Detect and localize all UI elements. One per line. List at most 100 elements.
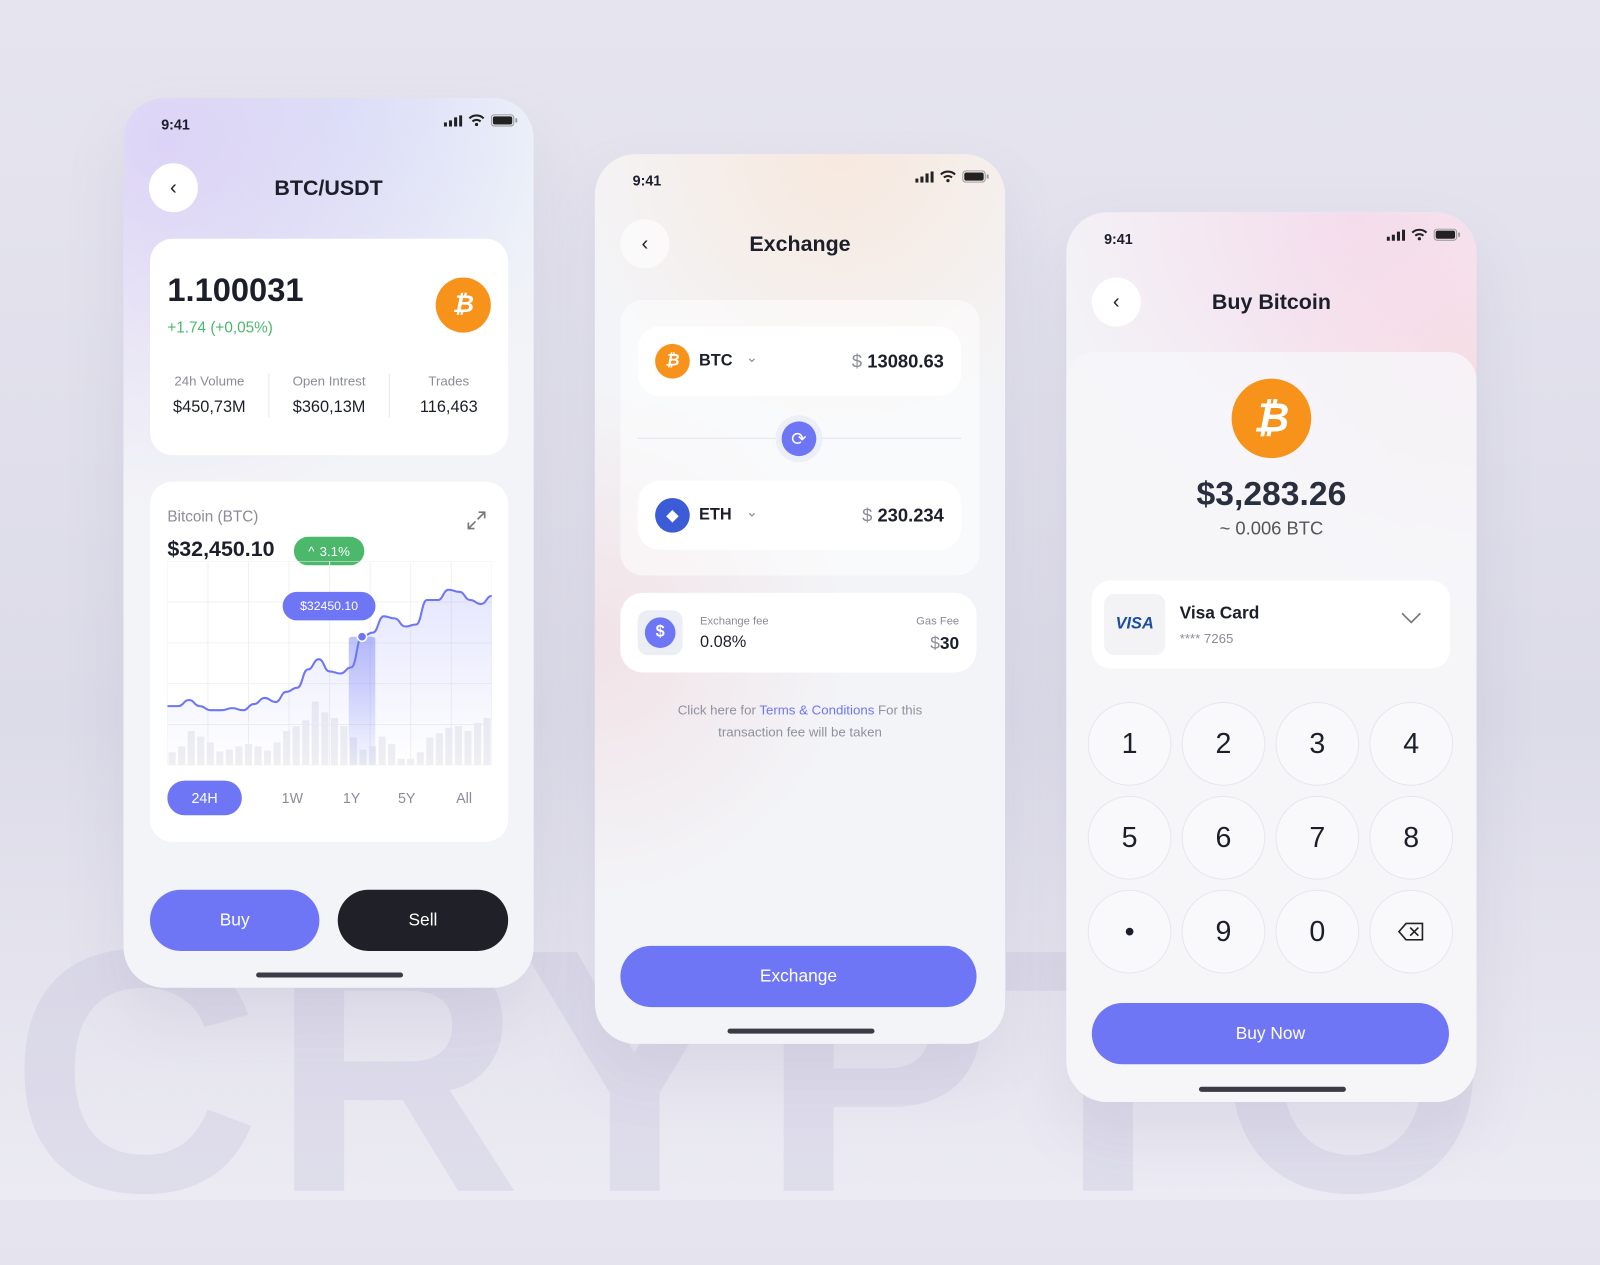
backspace-icon: [1397, 922, 1424, 941]
balance-change: +1.74 (+0,05%): [167, 319, 273, 337]
keypad-key[interactable]: 2: [1181, 702, 1266, 786]
gas-fee-value: $30: [930, 634, 959, 654]
card-name: Visa Card: [1179, 603, 1260, 623]
buy-amount: $3,283.26: [1196, 474, 1347, 513]
bitcoin-logo-icon: ₿: [435, 277, 491, 333]
currency-sign: $: [930, 633, 940, 654]
to-symbol: ETH: [698, 506, 732, 524]
exchange-panel: ₿ BTC ⌄ $ 13080.63 ⟳ ◆ ETH ⌄ $ 230.234: [620, 299, 980, 576]
status-icons: [1386, 228, 1461, 241]
from-amount: $ 13080.63: [852, 351, 944, 372]
status-time: 9:41: [161, 116, 190, 133]
stat-value: $450,73M: [173, 398, 246, 417]
from-amount-value: 13080.63: [867, 351, 944, 372]
bitcoin-icon: ₿: [655, 343, 690, 379]
battery-icon: [1433, 228, 1461, 241]
buy-btc-amount: ~ 0.006 BTC: [1219, 518, 1324, 539]
tab-1w[interactable]: 1W: [282, 790, 303, 806]
keypad-key[interactable]: 5: [1087, 795, 1172, 880]
page-title: Exchange: [749, 232, 851, 257]
caret-up-icon: ^: [308, 543, 315, 559]
swap-icon: ⟳: [781, 421, 817, 457]
keypad-key[interactable]: 7: [1275, 795, 1360, 880]
exchange-fee-label: Exchange fee: [699, 615, 769, 628]
currency-sign: $: [851, 351, 863, 372]
buy-now-button[interactable]: Buy Now: [1091, 1003, 1449, 1065]
gas-fee-amount: 30: [939, 633, 960, 654]
tab-5y[interactable]: 5Y: [398, 790, 415, 806]
wifi-icon: [468, 114, 485, 127]
stat-value: $360,13M: [292, 398, 366, 417]
backspace-key[interactable]: [1369, 889, 1454, 974]
battery-icon: [490, 114, 518, 127]
stat-trades: Trades 116,463: [389, 373, 508, 417]
from-currency-row[interactable]: ₿ BTC ⌄ $ 13080.63: [637, 326, 962, 396]
battery-icon: [962, 170, 989, 183]
stat-label: Trades: [428, 373, 470, 389]
home-indicator: [727, 1028, 875, 1034]
status-time: 9:41: [1104, 230, 1133, 247]
dollar-icon-box: $: [637, 610, 683, 656]
to-amount-value: 230.234: [877, 505, 944, 526]
keypad-key[interactable]: 6: [1181, 795, 1266, 880]
home-indicator: [256, 972, 404, 978]
stat-volume: 24h Volume $450,73M: [150, 373, 269, 417]
stat-value: 116,463: [419, 398, 478, 417]
keypad-key[interactable]: 3: [1275, 702, 1360, 786]
ethereum-icon: ◆: [655, 497, 690, 533]
terms-prefix: Click here for: [677, 702, 760, 718]
chart-price: $32,450.10: [167, 537, 275, 562]
dollar-icon: $: [644, 617, 676, 648]
page-title: Buy Bitcoin: [1211, 290, 1331, 315]
signal-icon: [915, 170, 934, 183]
exchange-fee-value: 0.08%: [699, 633, 747, 652]
phone-buy-bitcoin: 9:41 ‹ Buy Bitcoin ₿ $3,283.26 ~ 0.006 B…: [1066, 212, 1477, 1103]
chart-tooltip: $32450.10: [282, 591, 376, 621]
stat-label: Open Intrest: [292, 373, 366, 389]
to-currency-row[interactable]: ◆ ETH ⌄ $ 230.234: [637, 480, 962, 550]
stats-row: 24h Volume $450,73M Open Intrest $360,13M …: [150, 373, 508, 418]
signal-icon: [1386, 229, 1406, 241]
signal-icon: [443, 114, 463, 127]
keypad-key[interactable]: 4: [1369, 702, 1454, 786]
selected-point: [356, 631, 368, 643]
stat-label: 24h Volume: [174, 373, 245, 389]
gas-fee-label: Gas Fee: [916, 615, 960, 628]
tab-24h[interactable]: 24H: [167, 780, 242, 816]
tab-1y[interactable]: 1Y: [343, 790, 360, 806]
swap-button[interactable]: ⟳: [775, 415, 823, 463]
keypad-key[interactable]: 1: [1087, 702, 1172, 786]
sell-button[interactable]: Sell: [337, 889, 509, 952]
keypad-key[interactable]: 8: [1369, 795, 1454, 880]
tab-all[interactable]: All: [456, 790, 472, 806]
change-badge-value: 3.1%: [319, 543, 350, 559]
visa-logo: VISA: [1104, 593, 1166, 656]
stat-open-interest: Open Intrest $360,13M: [268, 373, 390, 418]
expand-icon[interactable]: [464, 508, 488, 538]
keypad-key[interactable]: 0: [1275, 889, 1360, 974]
chevron-down-icon: [1401, 611, 1421, 629]
keypad-key[interactable]: •: [1087, 889, 1172, 974]
exchange-button[interactable]: Exchange: [620, 945, 977, 1008]
terms-link[interactable]: Terms & Conditions: [759, 702, 874, 717]
status-icons: [443, 114, 518, 127]
status-icons: [915, 170, 989, 183]
chevron-down-icon[interactable]: ⌄: [746, 503, 758, 520]
to-amount: $ 230.234: [862, 505, 944, 526]
wifi-icon: [1411, 228, 1428, 241]
keypad-key[interactable]: 9: [1181, 889, 1266, 974]
buy-button[interactable]: Buy: [149, 889, 320, 952]
payment-method-select[interactable]: VISA Visa Card **** 7265: [1091, 580, 1450, 669]
chevron-down-icon[interactable]: ⌄: [746, 349, 758, 366]
chart-card: Bitcoin (BTC) $32,450.10 ^ 3.1% $32450.10…: [149, 481, 509, 842]
bitcoin-logo-icon: ₿: [1231, 378, 1312, 459]
balance-value: 1.100031: [167, 271, 304, 309]
terms-text: Click here for Terms & Conditions For th…: [656, 699, 944, 744]
fee-card: $ Exchange fee 0.08% Gas Fee $30: [620, 592, 977, 673]
status-time: 9:41: [632, 172, 662, 189]
currency-sign: $: [862, 505, 873, 526]
from-symbol: BTC: [698, 352, 733, 370]
card-number: **** 7265: [1179, 630, 1234, 646]
page-title: BTC/USDT: [274, 176, 383, 200]
chart-asset-name: Bitcoin (BTC): [167, 508, 259, 526]
